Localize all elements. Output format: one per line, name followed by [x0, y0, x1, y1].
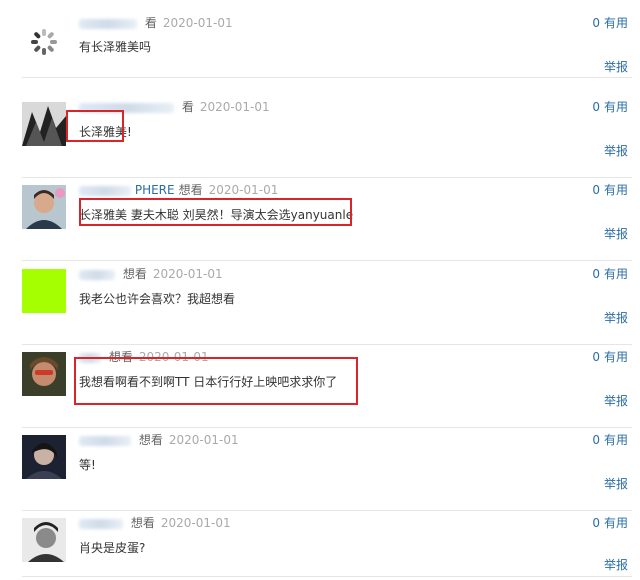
useful-count: 0: [592, 433, 600, 447]
username-redacted[interactable]: [79, 185, 131, 196]
comment-item: 想看 2020-01-01 我想看啊看不到啊TT 日本行行好上映吧求求你了 0 有用…: [22, 344, 632, 428]
comment-text: 肖央是皮蛋?: [79, 541, 146, 555]
avatar[interactable]: [22, 102, 66, 146]
watch-status: 看: [181, 100, 194, 114]
comment-date: 2020-01-01: [162, 16, 233, 30]
useful-button[interactable]: 有用: [604, 100, 628, 114]
useful-vote[interactable]: 0 有用: [592, 14, 628, 31]
loading-spinner-icon: [22, 20, 66, 64]
comment-item: 想看 2020-01-01 我老公也许会喜欢？我超想看 0 有用 举报: [22, 261, 632, 345]
comment-date: 2020-01-01: [160, 516, 231, 530]
watch-status: 想看: [178, 183, 203, 197]
useful-count: 0: [592, 100, 600, 114]
useful-count: 0: [592, 183, 600, 197]
useful-button[interactable]: 有用: [604, 267, 628, 281]
comment-meta: 想看 2020-01-01: [79, 265, 223, 282]
comment-text: 等!: [79, 458, 96, 472]
username-redacted[interactable]: [79, 18, 137, 29]
useful-count: 0: [592, 516, 600, 530]
username-redacted[interactable]: [79, 269, 115, 280]
username-redacted[interactable]: [79, 435, 131, 446]
avatar[interactable]: [22, 435, 66, 479]
useful-button[interactable]: 有用: [604, 183, 628, 197]
comment-meta: 想看 2020-01-01: [79, 431, 239, 448]
useful-button[interactable]: 有用: [604, 433, 628, 447]
useful-vote[interactable]: 0 有用: [592, 98, 628, 115]
avatar[interactable]: [22, 185, 66, 229]
useful-button[interactable]: 有用: [604, 16, 628, 30]
highlight-box: [74, 357, 358, 405]
highlight-box: [66, 110, 124, 142]
useful-button[interactable]: 有用: [604, 350, 628, 364]
watch-status: 想看: [138, 433, 163, 447]
useful-vote[interactable]: 0 有用: [592, 431, 628, 448]
comment-meta: PHERE 想看 2020-01-01: [79, 181, 278, 198]
report-link[interactable]: 举报: [604, 225, 628, 242]
avatar[interactable]: [22, 269, 66, 313]
comment-text: 有长泽雅美吗: [79, 40, 152, 54]
comment-date: 2020-01-01: [208, 183, 279, 197]
comment-date: 2020-01-01: [199, 100, 270, 114]
comment-date: 2020-01-01: [168, 433, 239, 447]
useful-count: 0: [592, 267, 600, 281]
useful-button[interactable]: 有用: [604, 516, 628, 530]
avatar[interactable]: [22, 518, 66, 562]
useful-count: 0: [592, 350, 600, 364]
report-link[interactable]: 举报: [604, 475, 628, 492]
report-link[interactable]: 举报: [604, 142, 628, 159]
useful-count: 0: [592, 16, 600, 30]
comment-item: PHERE 想看 2020-01-01 长泽雅美 妻夫木聪 刘昊然！导演太会选yan…: [22, 177, 632, 261]
useful-vote[interactable]: 0 有用: [592, 514, 628, 531]
comment-meta: 想看 2020-01-01: [79, 514, 231, 531]
useful-vote[interactable]: 0 有用: [592, 181, 628, 198]
comment-meta: 看 2020-01-01: [79, 14, 233, 31]
comment-text: 我老公也许会喜欢？我超想看: [79, 292, 236, 306]
comment-item: 想看 2020-01-01 等! 0 有用 举报: [22, 427, 632, 511]
watch-status: 看: [144, 16, 157, 30]
comment-date: 2020-01-01: [152, 267, 223, 281]
useful-vote[interactable]: 0 有用: [592, 265, 628, 282]
comment-item: 看 2020-01-01 有长泽雅美吗 0 有用 举报: [22, 10, 632, 78]
useful-vote[interactable]: 0 有用: [592, 348, 628, 365]
report-link[interactable]: 举报: [604, 392, 628, 409]
username[interactable]: PHERE: [135, 183, 175, 197]
highlight-box: [79, 198, 352, 226]
comment-item: 看 2020-01-01 长泽雅美! 0 有用 举报: [22, 94, 632, 178]
report-link[interactable]: 举报: [604, 58, 628, 75]
report-link[interactable]: 举报: [604, 309, 628, 326]
watch-status: 想看: [122, 267, 147, 281]
comment-item: 想看 2020-01-01 肖央是皮蛋? 0 有用 举报: [22, 510, 632, 577]
report-link[interactable]: 举报: [604, 556, 628, 573]
watch-status: 想看: [130, 516, 155, 530]
username-redacted[interactable]: [79, 518, 123, 529]
avatar[interactable]: [22, 352, 66, 396]
